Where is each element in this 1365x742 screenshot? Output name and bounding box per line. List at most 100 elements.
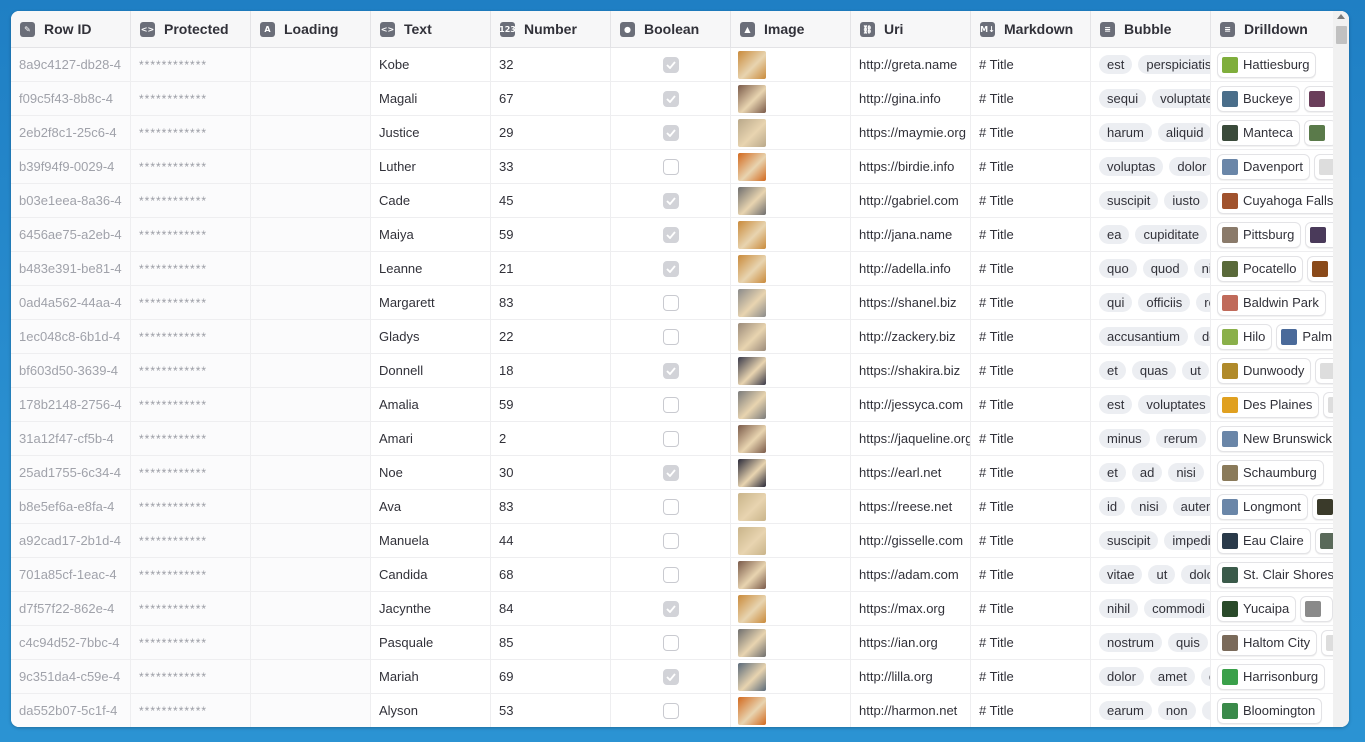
cell-image[interactable] [731, 252, 851, 285]
cell-number[interactable]: 53 [491, 694, 611, 727]
cell-protected[interactable]: ************ [131, 184, 251, 217]
cell-protected[interactable]: ************ [131, 524, 251, 557]
table-row[interactable]: 25ad1755-6c34-4 ************ Noe 30 https://… [11, 456, 1333, 490]
table-row[interactable]: da552b07-5c1f-4 ************ Alyson 53 http:… [11, 694, 1333, 727]
cell-text[interactable]: Kobe [371, 48, 491, 81]
cell-uri[interactable]: http://zackery.biz [851, 320, 971, 353]
cell-loading[interactable] [251, 660, 371, 693]
image-thumbnail[interactable] [738, 662, 766, 691]
image-thumbnail[interactable] [738, 84, 766, 113]
column-header-protected[interactable]: <> Protected [131, 11, 251, 47]
scroll-thumb[interactable] [1336, 26, 1347, 44]
cell-loading[interactable] [251, 354, 371, 387]
cell-row-id[interactable]: 9c351da4-c59e-4 [11, 660, 131, 693]
cell-bubble[interactable]: nihil commodi [1091, 592, 1211, 625]
image-thumbnail[interactable] [738, 424, 766, 453]
drilldown-item[interactable]: Hattiesburg [1217, 51, 1317, 78]
cell-image[interactable] [731, 354, 851, 387]
cell-bubble[interactable]: nostrum quis [1091, 626, 1211, 659]
cell-protected[interactable]: ************ [131, 218, 251, 251]
cell-bubble[interactable]: suscipit iusto [1091, 184, 1211, 217]
boolean-checkbox[interactable] [662, 56, 679, 73]
image-thumbnail[interactable] [738, 288, 766, 317]
cell-row-id[interactable]: 178b2148-2756-4 [11, 388, 131, 421]
table-row[interactable]: 701a85cf-1eac-4 ************ Candida 68 http… [11, 558, 1333, 592]
drilldown-item[interactable]: Des Plaines [1217, 391, 1320, 418]
cell-row-id[interactable]: b03e1eea-8a36-4 [11, 184, 131, 217]
cell-loading[interactable] [251, 592, 371, 625]
table-row[interactable]: 0ad4a562-44aa-4 ************ Margarett 83 ht… [11, 286, 1333, 320]
table-row[interactable]: c4c94d52-7bbc-4 ************ Pasquale 85 htt… [11, 626, 1333, 660]
cell-text[interactable]: Candida [371, 558, 491, 591]
cell-boolean[interactable] [611, 626, 731, 659]
cell-text[interactable]: Gladys [371, 320, 491, 353]
cell-drilldown[interactable]: Hattiesburg [1211, 48, 1333, 81]
cell-text[interactable]: Luther [371, 150, 491, 183]
cell-drilldown[interactable]: Hilo Palm [1211, 320, 1333, 353]
cell-drilldown[interactable]: Pocatello [1211, 252, 1333, 285]
cell-protected[interactable]: ************ [131, 490, 251, 523]
column-header-number[interactable]: 123 Number [491, 11, 611, 47]
image-thumbnail[interactable] [738, 492, 766, 521]
cell-row-id[interactable]: c4c94d52-7bbc-4 [11, 626, 131, 659]
cell-boolean[interactable] [611, 354, 731, 387]
boolean-checkbox[interactable] [662, 158, 679, 175]
cell-bubble[interactable]: et quas ut [1091, 354, 1211, 387]
cell-markdown[interactable]: # Title [971, 286, 1091, 319]
cell-protected[interactable]: ************ [131, 694, 251, 727]
boolean-checkbox[interactable] [662, 294, 679, 311]
cell-boolean[interactable] [611, 660, 731, 693]
cell-boolean[interactable] [611, 48, 731, 81]
cell-loading[interactable] [251, 694, 371, 727]
cell-drilldown[interactable]: Baldwin Park [1211, 286, 1333, 319]
column-header-row-id[interactable]: ✎ Row ID [11, 11, 131, 47]
cell-uri[interactable]: http://jana.name [851, 218, 971, 251]
cell-bubble[interactable]: quoquod nisi [1091, 252, 1211, 285]
drilldown-item[interactable] [1311, 493, 1333, 520]
cell-markdown[interactable]: # Title [971, 116, 1091, 149]
cell-loading[interactable] [251, 320, 371, 353]
drilldown-item[interactable]: St. Clair Shores [1217, 561, 1333, 588]
cell-markdown[interactable]: # Title [971, 694, 1091, 727]
column-header-drilldown[interactable]: ≡ Drilldown [1211, 11, 1333, 47]
cell-number[interactable]: 21 [491, 252, 611, 285]
drilldown-item[interactable]: Haltom City [1217, 629, 1318, 656]
cell-uri[interactable]: http://harmon.net [851, 694, 971, 727]
cell-drilldown[interactable]: Dunwoody [1211, 354, 1333, 387]
cell-markdown[interactable]: # Title [971, 422, 1091, 455]
cell-boolean[interactable] [611, 150, 731, 183]
image-thumbnail[interactable] [738, 322, 766, 351]
cell-boolean[interactable] [611, 320, 731, 353]
drilldown-item[interactable]: Palm [1276, 323, 1333, 350]
drilldown-item[interactable]: New Brunswick [1217, 425, 1333, 452]
cell-text[interactable]: Cade [371, 184, 491, 217]
cell-markdown[interactable]: # Title [971, 320, 1091, 353]
cell-image[interactable] [731, 116, 851, 149]
cell-protected[interactable]: ************ [131, 252, 251, 285]
cell-image[interactable] [731, 286, 851, 319]
column-header-loading[interactable]: A Loading [251, 11, 371, 47]
cell-image[interactable] [731, 388, 851, 421]
cell-row-id[interactable]: 25ad1755-6c34-4 [11, 456, 131, 489]
boolean-checkbox[interactable] [662, 124, 679, 141]
cell-bubble[interactable]: suscipit impedit [1091, 524, 1211, 557]
cell-boolean[interactable] [611, 116, 731, 149]
cell-number[interactable]: 84 [491, 592, 611, 625]
cell-image[interactable] [731, 524, 851, 557]
cell-text[interactable]: Ava [371, 490, 491, 523]
cell-image[interactable] [731, 48, 851, 81]
drilldown-item[interactable] [1300, 595, 1333, 622]
cell-row-id[interactable]: d7f57f22-862e-4 [11, 592, 131, 625]
cell-image[interactable] [731, 218, 851, 251]
cell-number[interactable]: 83 [491, 490, 611, 523]
cell-uri[interactable]: http://gina.info [851, 82, 971, 115]
cell-drilldown[interactable]: Haltom City [1211, 626, 1333, 659]
image-thumbnail[interactable] [738, 186, 766, 215]
cell-protected[interactable]: ************ [131, 558, 251, 591]
drilldown-item[interactable]: Pittsburg [1217, 221, 1302, 248]
cell-image[interactable] [731, 456, 851, 489]
boolean-checkbox[interactable] [662, 498, 679, 515]
drilldown-item[interactable]: Longmont [1217, 493, 1308, 520]
cell-protected[interactable]: ************ [131, 354, 251, 387]
cell-number[interactable]: 33 [491, 150, 611, 183]
